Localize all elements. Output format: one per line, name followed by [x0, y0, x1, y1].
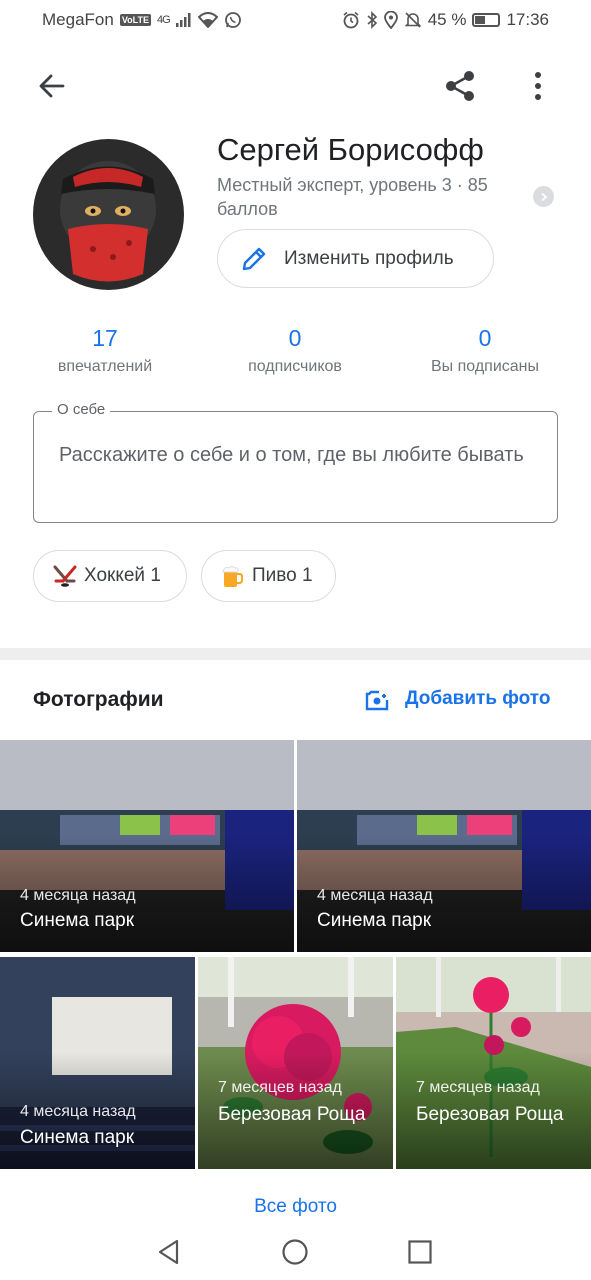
stat-value: 0 — [478, 325, 492, 351]
about-label: О себе — [52, 401, 111, 418]
stat-label: подписчиков — [248, 358, 342, 375]
circle-home-icon — [282, 1239, 308, 1265]
stat-value: 17 — [92, 325, 118, 351]
nav-home-button[interactable] — [275, 1232, 315, 1272]
photo-tile[interactable]: 7 месяцев назад Березовая Роща — [396, 957, 591, 1169]
arrow-back-icon — [39, 74, 65, 98]
stats-row: 17 впечатлений 0 подписчиков 0 Вы подпис… — [0, 324, 591, 384]
beer-icon — [222, 566, 243, 587]
alarm-icon — [343, 11, 359, 29]
battery-icon — [472, 13, 501, 27]
level-details-button[interactable] — [533, 186, 554, 207]
mute-icon — [404, 12, 422, 28]
signal-icon — [175, 13, 191, 27]
photo-time: 7 месяцев назад — [218, 1079, 342, 1096]
photo-place: Березовая Роща — [416, 1104, 564, 1125]
hockey-icon — [53, 565, 77, 587]
pencil-icon — [242, 247, 266, 270]
photo-place: Синема парк — [20, 1127, 135, 1148]
interest-label: Хоккей 1 — [84, 565, 161, 586]
status-left: MegaFon VoLTE 4G — [42, 10, 242, 30]
nav-back-button[interactable] — [149, 1232, 189, 1272]
add-photo-label: Добавить фото — [405, 688, 551, 709]
avatar-image — [33, 139, 184, 290]
photo-tile[interactable]: 4 месяца назад Синема парк — [297, 740, 591, 952]
volte-icon: VoLTE — [119, 14, 151, 26]
status-right: 45 % 17:36 — [342, 10, 549, 30]
app-bar — [0, 56, 591, 116]
status-bar: MegaFon VoLTE 4G 45 % 17:36 — [0, 0, 591, 40]
clock: 17:36 — [506, 10, 549, 29]
battery-fill — [475, 16, 486, 24]
about-field[interactable]: О себе Расскажите о себе и о том, где вы… — [33, 401, 558, 523]
carrier-name: MegaFon — [42, 10, 114, 29]
profile-level[interactable]: Местный эксперт, уровень 3 · 85 баллов — [217, 173, 517, 221]
share-button[interactable] — [436, 62, 484, 110]
back-button[interactable] — [28, 62, 76, 110]
photo-tile[interactable]: 4 месяца назад Синема парк — [0, 957, 195, 1169]
avatar[interactable] — [33, 139, 184, 290]
about-placeholder: Расскажите о себе и о том, где вы любите… — [59, 444, 524, 466]
more-vert-icon — [535, 72, 541, 100]
stat-reviews[interactable]: 17 впечатлений — [15, 324, 195, 376]
photos-section-title: Фотографии — [33, 688, 164, 711]
battery-percent: 45 % — [427, 10, 467, 29]
photo-time: 4 месяца назад — [20, 887, 136, 904]
triangle-back-icon — [158, 1239, 179, 1265]
whatsapp-icon — [224, 12, 241, 28]
wifi-icon — [197, 12, 218, 28]
location-icon — [383, 11, 398, 29]
stat-followers[interactable]: 0 подписчиков — [205, 324, 385, 376]
share-icon — [446, 71, 474, 101]
more-options-button[interactable] — [514, 62, 562, 110]
photo-place: Березовая Роща — [218, 1104, 366, 1125]
bluetooth-icon — [367, 11, 377, 29]
interest-label: Пиво 1 — [252, 565, 313, 586]
square-recents-icon — [408, 1240, 432, 1264]
photo-time: 7 месяцев назад — [416, 1079, 540, 1096]
add-photo-icon — [365, 690, 389, 711]
chevron-right-icon — [540, 192, 547, 201]
photo-place: Синема парк — [20, 910, 135, 931]
interest-chip-hockey[interactable]: Хоккей 1 — [33, 550, 187, 602]
edit-profile-label: Изменить профиль — [284, 247, 454, 269]
photo-time: 4 месяца назад — [20, 1103, 136, 1120]
photo-tile[interactable]: 4 месяца назад Синема парк — [0, 740, 294, 952]
interest-chip-beer[interactable]: Пиво 1 — [201, 550, 336, 602]
system-nav-bar — [0, 1220, 591, 1280]
section-divider — [0, 648, 591, 660]
stat-label: Вы подписаны — [431, 358, 539, 375]
photo-place: Синема парк — [317, 910, 432, 931]
photo-tile[interactable]: 7 месяцев назад Березовая Роща — [198, 957, 393, 1169]
stat-label: впечатлений — [57, 358, 153, 375]
add-photo-button[interactable]: Добавить фото — [365, 686, 550, 712]
nav-recents-button[interactable] — [400, 1232, 440, 1272]
stat-value: 0 — [288, 325, 302, 351]
photo-time: 4 месяца назад — [317, 887, 433, 904]
network-type: 4G — [157, 14, 171, 26]
profile-name: Сергей Борисофф — [217, 132, 484, 167]
edit-profile-button[interactable]: Изменить профиль — [217, 229, 494, 288]
all-photos-link[interactable]: Все фото — [0, 1196, 591, 1218]
stat-following[interactable]: 0 Вы подписаны — [395, 324, 575, 376]
